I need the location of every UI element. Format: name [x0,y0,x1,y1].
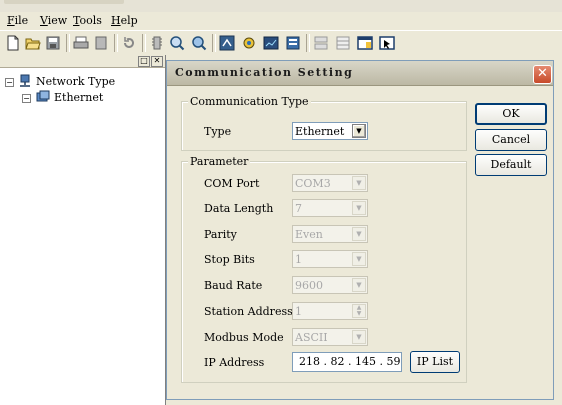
tree-panel: □ ✕ − Network Type − Ethernet [0,55,166,405]
stop-bits-value: 1 [295,253,302,266]
data-length-value: 7 [295,202,302,215]
parameter-group-label: Parameter [188,155,251,168]
menu-tools[interactable]: Tools [73,14,102,27]
dialog-title: Communication Setting [175,66,354,79]
parity-label: Parity [204,228,237,241]
station-address-value: 1 [295,305,302,318]
trend-icon[interactable] [262,34,280,52]
ip-address-field[interactable]: 218 . 82 . 145 . 59 [292,352,402,372]
data-length-select[interactable]: 7 ▼ [292,199,368,217]
modbus-mode-label: Modbus Mode [204,331,284,344]
type-select-value: Ethernet [295,125,345,138]
type-label: Type [204,125,232,138]
cascade-icon[interactable] [334,34,352,52]
monitor-icon[interactable] [240,34,258,52]
toolbar-separator [306,34,310,52]
menu-file[interactable]: File [7,14,28,27]
communication-type-group: Communication Type Type Ethernet ▼ [181,95,467,151]
chevron-down-icon: ▼ [352,201,366,215]
parameter-group: Parameter COM Port COM3 ▼ Data Length 7 … [181,155,467,383]
menu-view[interactable]: View [40,14,67,27]
app-title-cutoff [4,0,124,4]
close-pane-button[interactable]: ✕ [151,56,163,67]
chevron-down-icon: ▼ [352,330,366,344]
toolbar-separator [212,34,216,52]
close-icon[interactable]: ✕ [533,65,552,84]
baud-rate-value: 9600 [295,279,323,292]
station-address-label: Station Address [204,305,293,318]
tree-root-expander[interactable]: − [5,78,14,87]
report-icon[interactable] [284,34,302,52]
stop-bits-select[interactable]: 1 ▼ [292,250,368,268]
window-icon[interactable] [356,34,374,52]
ethernet-icon [36,90,50,107]
cancel-button[interactable]: Cancel [475,129,547,151]
ip-list-button[interactable]: IP List [410,351,460,373]
modbus-mode-value: ASCII [295,331,328,344]
com-port-select[interactable]: COM3 ▼ [292,174,368,192]
baud-rate-label: Baud Rate [204,279,263,292]
new-icon[interactable] [4,34,22,52]
parity-value: Even [295,228,323,241]
baud-rate-select[interactable]: 9600 ▼ [292,276,368,294]
chevron-down-icon: ▼ [352,176,366,190]
chevron-down-icon: ▼ [352,278,366,292]
print-icon[interactable] [72,34,90,52]
type-select[interactable]: Ethernet ▼ [292,122,368,140]
default-button[interactable]: Default [475,154,547,176]
toolbar-separator [66,34,70,52]
com-port-value: COM3 [295,177,331,190]
settings-icon[interactable] [148,34,166,52]
communication-setting-dialog: Communication Setting ✕ Communication Ty… [166,60,554,400]
station-address-spinner[interactable]: 1 ▲ ▼ [292,302,368,320]
ok-button[interactable]: OK [475,103,547,125]
stop-bits-label: Stop Bits [204,253,255,266]
chevron-down-icon[interactable]: ▼ [352,124,366,138]
tree-child-expander[interactable]: − [22,94,31,103]
chevron-down-icon: ▼ [352,227,366,241]
menu-help[interactable]: Help [111,14,138,27]
print-preview-icon[interactable] [92,34,110,52]
tile-icon[interactable] [312,34,330,52]
maximize-pane-button[interactable]: □ [138,56,150,67]
zoom-in-icon[interactable] [168,34,186,52]
toolbar [0,30,562,56]
ip-address-label: IP Address [204,356,265,369]
toolbar-separator [114,34,118,52]
tree-panel-header: □ ✕ [0,55,165,68]
modbus-mode-select[interactable]: ASCII ▼ [292,328,368,346]
parity-select[interactable]: Even ▼ [292,225,368,243]
toolbar-separator [142,34,146,52]
save-icon[interactable] [44,34,62,52]
open-icon[interactable] [24,34,42,52]
refresh-icon[interactable] [120,34,138,52]
data-length-label: Data Length [204,202,274,215]
chevron-down-icon: ▼ [352,252,366,266]
tree-root-label[interactable]: Network Type [36,75,115,88]
network-icon [18,74,32,91]
com-port-label: COM Port [204,177,260,190]
connect-icon[interactable] [218,34,236,52]
tree-child-label[interactable]: Ethernet [54,91,103,104]
zoom-out-icon[interactable] [190,34,208,52]
spinner-arrows-icon: ▲ ▼ [352,304,366,318]
menu-bar: File View Tools Help [0,12,562,30]
pointer-icon[interactable] [378,34,396,52]
dialog-title-bar[interactable]: Communication Setting ✕ [167,61,553,86]
communication-type-group-label: Communication Type [188,95,311,108]
